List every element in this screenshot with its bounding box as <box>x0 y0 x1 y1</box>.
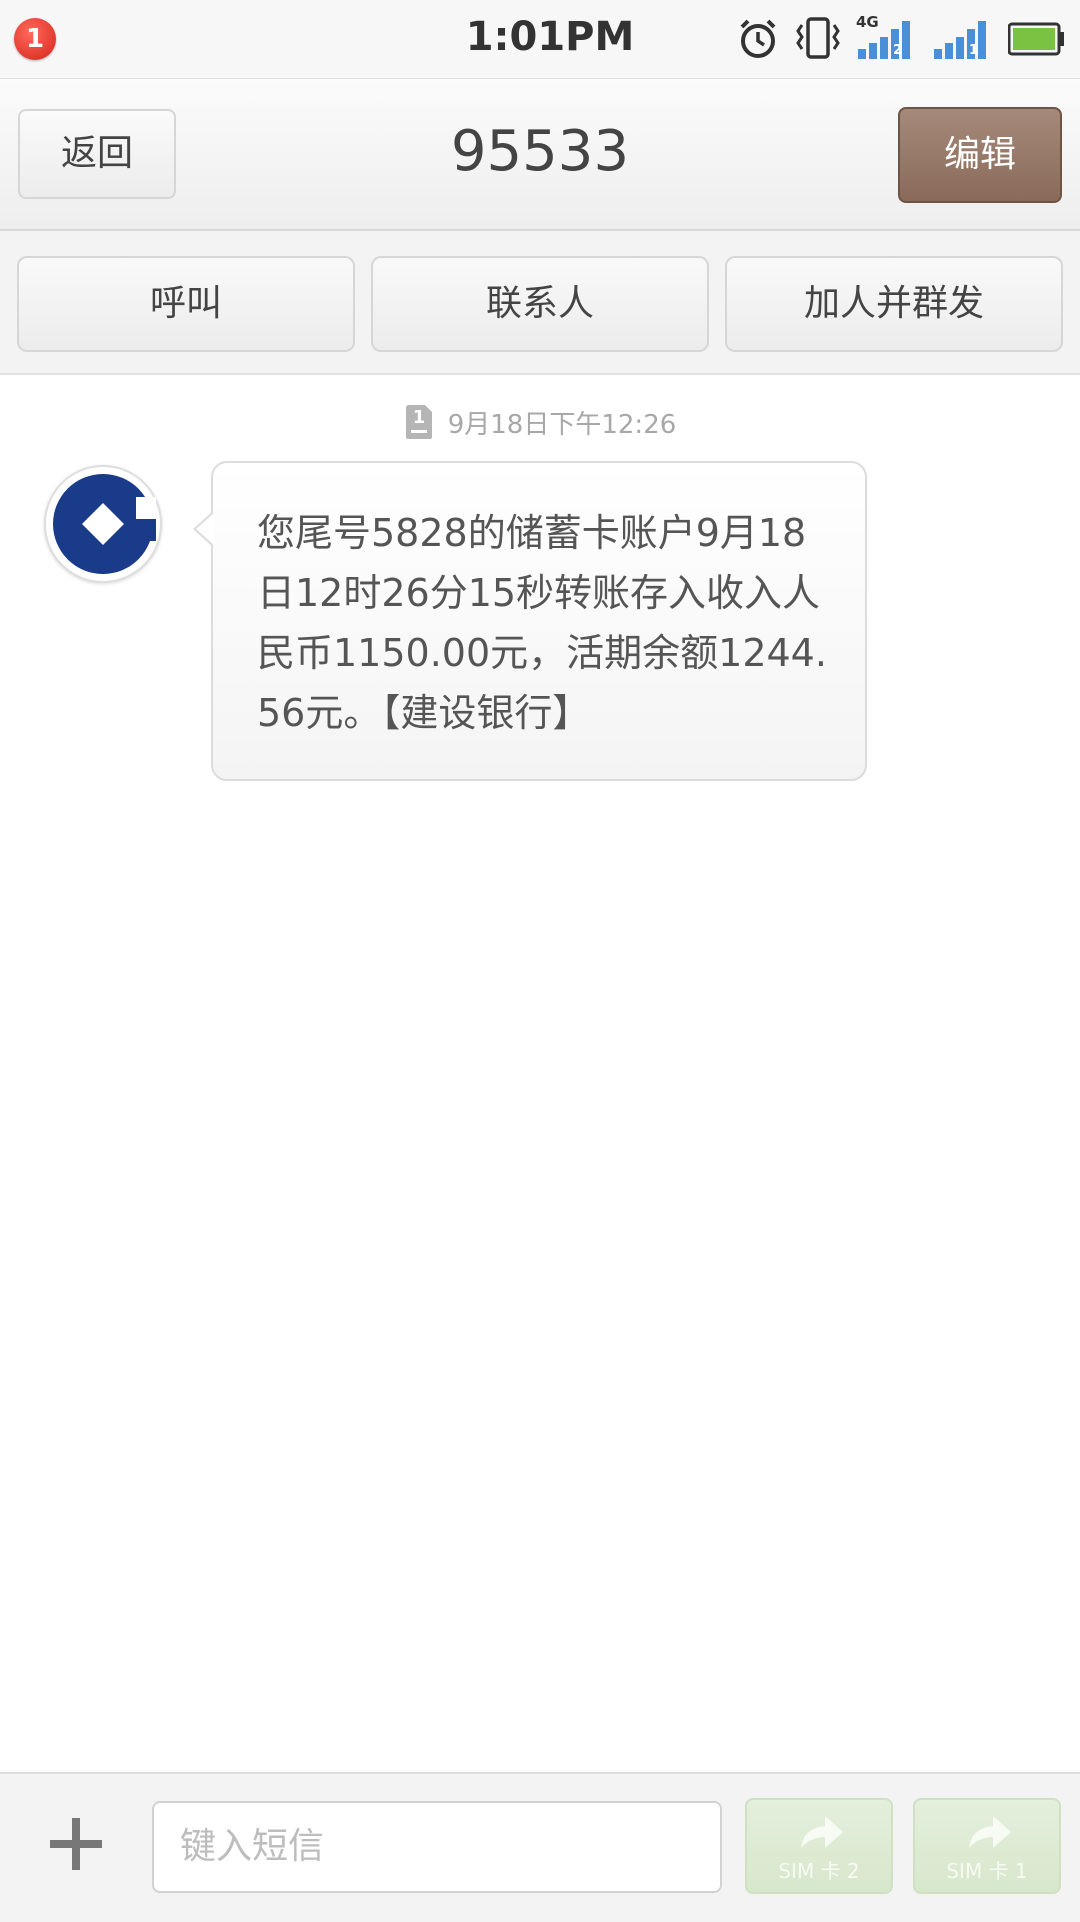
sim1-number: 1 <box>969 43 979 58</box>
send-sim2-label: SIM 卡 2 <box>778 1859 860 1883</box>
message-text: 您尾号5828的储蓄卡账户9月18日12时26分15秒转账存入收入人民币1150… <box>257 511 827 735</box>
sim-card-number: 1 <box>412 407 426 428</box>
message-date-row: 1 9月18日下午12:26 <box>0 400 1080 444</box>
group-send-button[interactable]: 加人并群发 <box>725 256 1063 352</box>
contact-button[interactable]: 联系人 <box>371 256 709 352</box>
ccb-logo-icon <box>53 474 156 574</box>
signal-sim2-icon: 4G 2 <box>856 13 916 63</box>
message-input[interactable]: 键入短信 <box>152 1801 722 1893</box>
edit-button[interactable]: 编辑 <box>898 107 1062 203</box>
send-arrow-icon <box>969 1816 1011 1848</box>
message-date: 9月18日下午12:26 <box>447 409 677 440</box>
bubble-tail <box>193 511 214 547</box>
vibrate-icon <box>796 17 840 59</box>
title-bar: 返回 95533 编辑 <box>0 79 1080 231</box>
send-sim1-button[interactable]: SIM 卡 1 <box>913 1798 1061 1894</box>
sim2-number: 2 <box>893 43 903 58</box>
sender-avatar[interactable] <box>44 465 162 583</box>
send-sim1-label: SIM 卡 1 <box>946 1859 1028 1883</box>
add-attachment-icon[interactable] <box>46 1814 106 1874</box>
status-bar: 1 1:01PM 4G 2 1 <box>0 0 1080 79</box>
alarm-icon <box>740 19 776 58</box>
message-bubble[interactable]: 您尾号5828的储蓄卡账户9月18日12时26分15秒转账存入收入人民币1150… <box>193 461 867 781</box>
send-arrow-icon <box>801 1816 843 1848</box>
composer-bar: 键入短信 SIM 卡 2 SIM 卡 1 <box>0 1772 1080 1922</box>
action-row: 呼叫 联系人 加人并群发 <box>0 231 1080 375</box>
send-sim2-button[interactable]: SIM 卡 2 <box>745 1798 893 1894</box>
sim-card-icon: 1 <box>404 404 434 440</box>
call-button[interactable]: 呼叫 <box>17 256 355 352</box>
status-icons: 4G 2 1 <box>736 13 1066 64</box>
signal-sim1-icon: 1 <box>932 15 992 63</box>
battery-icon <box>1008 22 1064 56</box>
